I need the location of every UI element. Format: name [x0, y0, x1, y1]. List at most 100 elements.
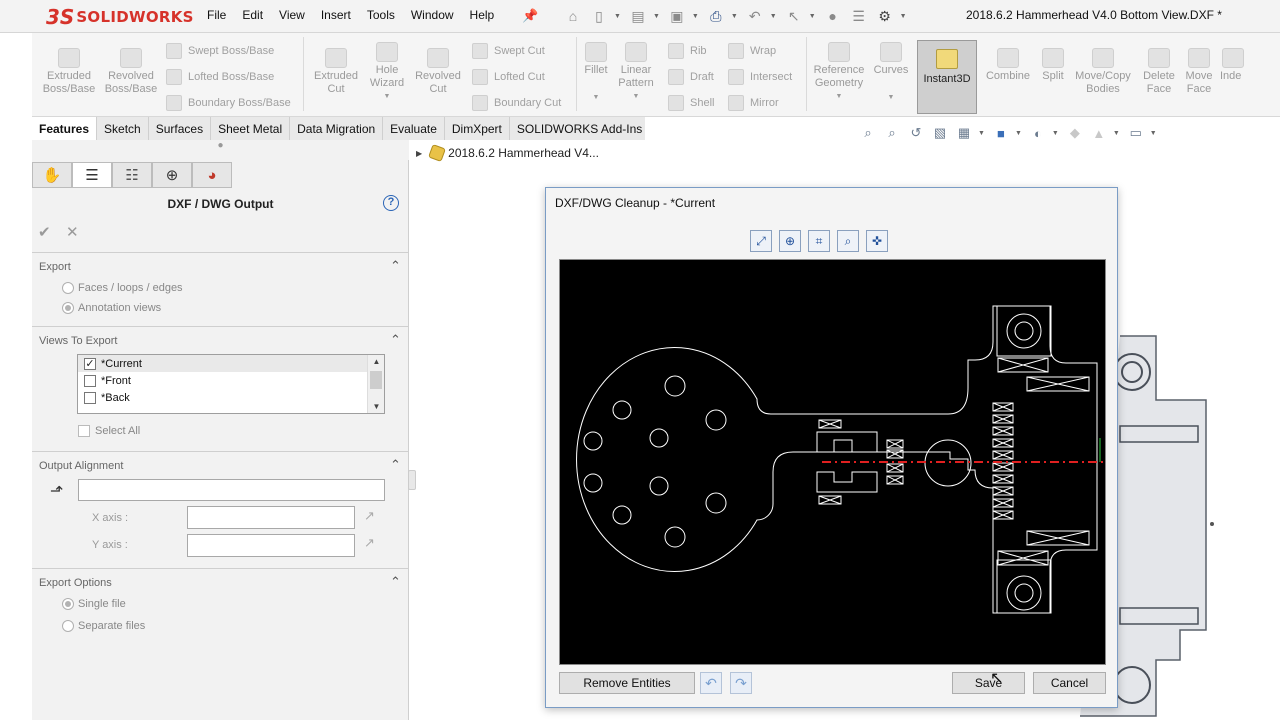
fillet-button[interactable]: Fillet ▼	[580, 42, 612, 104]
extruded-boss-button[interactable]: Extruded Boss/Base	[40, 48, 98, 96]
undo-dropdown-icon[interactable]: ▼	[770, 13, 777, 20]
new-document-icon[interactable]: ▯	[588, 5, 610, 27]
indent-button[interactable]: Inde	[1220, 48, 1250, 83]
tab-surfaces[interactable]: Surfaces	[148, 117, 212, 140]
checkbox-unchecked-icon[interactable]	[84, 391, 96, 404]
collapse-views-icon[interactable]: ⌃	[390, 332, 401, 348]
intersect-button[interactable]: Intersect	[728, 69, 792, 85]
pin-icon[interactable]: 📌	[522, 8, 538, 24]
draft-button[interactable]: Draft	[668, 69, 714, 85]
tab-sketch[interactable]: Sketch	[97, 117, 149, 140]
options-dropdown-icon[interactable]: ▼	[900, 13, 907, 20]
save-icon[interactable]: ▣	[666, 5, 688, 27]
options-gear-icon[interactable]: ⚙	[874, 5, 896, 27]
delete-face-button[interactable]: Delete Face	[1138, 48, 1180, 96]
menu-tools[interactable]: Tools	[367, 8, 395, 22]
edit-appearance-icon[interactable]: ◆	[1065, 124, 1085, 142]
panel-splitter-handle[interactable]	[408, 470, 416, 490]
tab-features[interactable]: Features	[32, 117, 98, 140]
display-style-icon[interactable]: ■	[991, 124, 1011, 142]
expand-arrow-icon[interactable]: ▶	[416, 149, 422, 158]
collapse-export-icon[interactable]: ⌃	[390, 258, 401, 274]
origin-selection-field[interactable]	[78, 479, 385, 501]
pan-icon[interactable]: ✜	[866, 230, 888, 252]
lofted-cut-button[interactable]: Lofted Cut	[472, 69, 545, 85]
menu-edit[interactable]: Edit	[242, 8, 263, 22]
home-icon[interactable]: ⌂	[562, 5, 584, 27]
zoom-in-out-icon[interactable]: ⌕	[837, 230, 859, 252]
tab-evaluate[interactable]: Evaluate	[383, 117, 445, 140]
ok-check-icon[interactable]: ✔	[38, 223, 51, 241]
combine-button[interactable]: Combine	[983, 48, 1033, 83]
menu-view[interactable]: View	[279, 8, 305, 22]
extruded-cut-button[interactable]: Extruded Cut	[309, 48, 363, 96]
menu-window[interactable]: Window	[411, 8, 454, 22]
y-axis-direction-icon[interactable]: ↗	[364, 535, 375, 551]
collapse-alignment-icon[interactable]: ⌃	[390, 457, 401, 473]
feature-manager-tab-icon[interactable]: ✋	[32, 162, 72, 188]
select-all-checkbox[interactable]: Select All	[78, 425, 140, 437]
property-manager-tab-icon[interactable]: ☰	[72, 162, 112, 188]
redo-icon[interactable]: ↷	[730, 672, 752, 694]
instant3d-button[interactable]: Instant3D	[917, 40, 977, 114]
rib-button[interactable]: Rib	[668, 43, 707, 59]
collapse-export-options-icon[interactable]: ⌃	[390, 574, 401, 590]
curves-button[interactable]: Curves ▼	[870, 42, 912, 104]
x-axis-field[interactable]	[187, 506, 355, 529]
undo-icon[interactable]: ↶	[744, 5, 766, 27]
shell-button[interactable]: Shell	[668, 95, 714, 111]
swept-boss-button[interactable]: Swept Boss/Base	[166, 43, 274, 59]
save-button[interactable]: Save	[952, 672, 1025, 694]
dxf-preview-canvas[interactable]	[559, 259, 1106, 665]
curves-dropdown-icon[interactable]: ▼	[870, 91, 912, 104]
linear-pattern-button[interactable]: Linear Pattern ▼	[614, 42, 658, 103]
swept-cut-button[interactable]: Swept Cut	[472, 43, 545, 59]
view-settings-icon[interactable]: ▭	[1126, 124, 1146, 142]
checkbox-unchecked-icon[interactable]	[84, 374, 96, 387]
boundary-boss-button[interactable]: Boundary Boss/Base	[166, 95, 291, 111]
view-item-back[interactable]: *Back	[78, 389, 384, 406]
move-face-button[interactable]: Move Face	[1182, 48, 1216, 96]
scroll-down-icon[interactable]: ▼	[368, 402, 385, 411]
view-item-current[interactable]: ✓ *Current	[78, 355, 384, 372]
move-copy-bodies-button[interactable]: Move/Copy Bodies	[1072, 48, 1134, 96]
reference-geometry-dropdown-icon[interactable]: ▼	[810, 90, 868, 103]
cancel-x-icon[interactable]: ✕	[66, 223, 79, 241]
section-view-icon[interactable]: ▧	[930, 124, 950, 142]
tab-data-migration[interactable]: Data Migration	[290, 117, 384, 140]
menu-file[interactable]: File	[207, 8, 226, 22]
checkbox-unchecked-icon[interactable]	[78, 425, 90, 437]
help-icon[interactable]: ?	[383, 195, 399, 211]
tab-sheet-metal[interactable]: Sheet Metal	[211, 117, 291, 140]
view-orientation-dropdown-icon[interactable]: ▼	[978, 130, 985, 137]
hole-wizard-button[interactable]: Hole Wizard ▼	[366, 42, 408, 103]
mirror-button[interactable]: Mirror	[728, 95, 779, 111]
apply-scene-icon[interactable]: ▲	[1089, 124, 1109, 142]
single-file-radio[interactable]: Single file	[62, 598, 126, 610]
views-listbox[interactable]: ✓ *Current *Front *Back ▲ ▼	[77, 354, 385, 414]
save-dropdown-icon[interactable]: ▼	[692, 13, 699, 20]
zoom-to-area-icon[interactable]: ⌕	[882, 124, 902, 142]
revolved-cut-button[interactable]: Revolved Cut	[412, 48, 464, 96]
view-item-front[interactable]: *Front	[78, 372, 384, 389]
new-dropdown-icon[interactable]: ▼	[614, 13, 621, 20]
select-arrow-icon[interactable]: ↖	[783, 5, 805, 27]
scroll-up-icon[interactable]: ▲	[368, 357, 385, 366]
zoom-to-fit-icon[interactable]: ⌕	[858, 124, 878, 142]
menu-insert[interactable]: Insert	[321, 8, 351, 22]
display-style-dropdown-icon[interactable]: ▼	[1015, 130, 1022, 137]
file-properties-icon[interactable]: ☰	[848, 5, 870, 27]
hide-show-dropdown-icon[interactable]: ▼	[1052, 130, 1059, 137]
wrap-button[interactable]: Wrap	[728, 43, 776, 59]
scroll-thumb[interactable]	[370, 371, 382, 389]
annotation-views-radio[interactable]: Annotation views	[62, 302, 161, 314]
zoom-in-icon[interactable]: ⊕	[779, 230, 801, 252]
faces-loops-edges-radio[interactable]: Faces / loops / edges	[62, 282, 183, 294]
display-manager-tab-icon[interactable]: ◕	[192, 162, 232, 188]
open-dropdown-icon[interactable]: ▼	[653, 13, 660, 20]
tab-dimxpert[interactable]: DimXpert	[444, 117, 510, 140]
cancel-button[interactable]: Cancel	[1033, 672, 1106, 694]
lofted-boss-button[interactable]: Lofted Boss/Base	[166, 69, 274, 85]
view-orientation-icon[interactable]: ▦	[954, 124, 974, 142]
feature-tree-root[interactable]: ▶ 2018.6.2 Hammerhead V4...	[416, 144, 599, 162]
